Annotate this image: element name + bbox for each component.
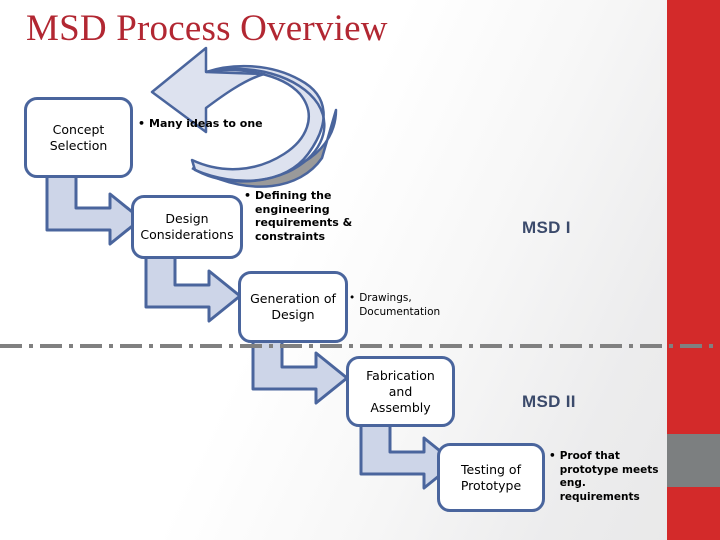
box-label-line2: Selection — [49, 137, 108, 153]
process-box-testing-of-prototype[interactable]: Testing of Prototype — [437, 443, 545, 512]
slide-canvas: MSD Process Overview Concept Selection D… — [0, 0, 720, 540]
bullet-text: Defining the engineering requirements & … — [255, 189, 353, 243]
box-label-line1: Testing of — [461, 461, 521, 477]
bullet-defining-requirements: • Defining the engineering requirements … — [244, 189, 364, 243]
process-box-design-considerations[interactable]: Design Considerations — [131, 195, 243, 259]
box-label-line2: Considerations — [140, 227, 234, 242]
bullet-text: Proof that prototype meets eng. requirem… — [559, 450, 659, 503]
msd-phase-divider — [0, 344, 720, 348]
box-label-line1: Design — [165, 211, 209, 226]
box-label-line2: Design — [271, 307, 315, 322]
bullet-marker-icon: • — [244, 189, 252, 202]
process-box-fabrication-and-assembly[interactable]: Fabrication and Assembly — [346, 356, 455, 427]
box-label-line1: Concept — [52, 121, 105, 137]
bullet-drawings-documentation: • Drawings, Documentation — [349, 291, 469, 319]
box-label-line2: and Assembly — [370, 383, 431, 415]
arrow-concept-to-design — [45, 170, 143, 246]
bullet-text: Many ideas to one — [149, 117, 263, 130]
box-label-line1: Generation of — [250, 291, 336, 306]
box-label-line2: Prototype — [460, 477, 522, 493]
bullet-marker-icon: • — [349, 292, 356, 304]
bullet-many-ideas-to-one: • Many ideas to one — [138, 117, 298, 131]
bullet-proof-prototype-meets-requirements: • Proof that prototype meets eng. requir… — [549, 450, 659, 504]
bullet-text: Drawings, Documentation — [359, 292, 441, 318]
phase-label-msd-1: MSD I — [522, 218, 571, 237]
phase-label-msd-2: MSD II — [522, 392, 576, 411]
process-box-generation-of-design[interactable]: Generation of Design — [238, 271, 348, 343]
bullet-marker-icon: • — [549, 450, 556, 462]
box-label-line1: Fabrication — [366, 367, 435, 383]
bullet-marker-icon: • — [138, 117, 146, 130]
process-box-concept-selection[interactable]: Concept Selection — [24, 97, 133, 178]
arrow-design-to-generation — [144, 253, 242, 323]
